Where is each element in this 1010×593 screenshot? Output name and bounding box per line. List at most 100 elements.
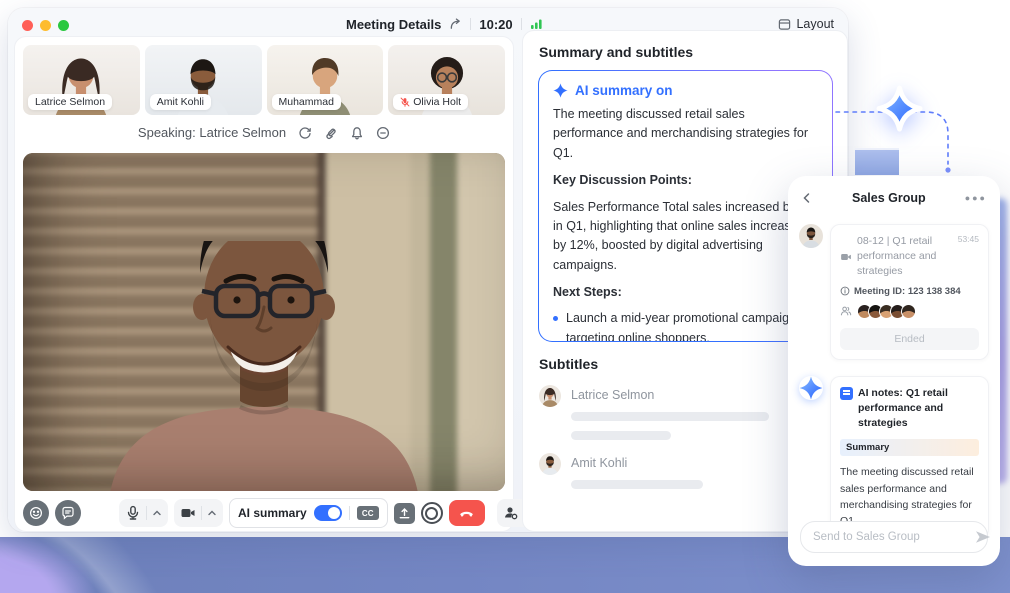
info-icon [840, 286, 850, 296]
microphone-button-group [119, 499, 168, 527]
ai-summary-status: AI summary on [575, 83, 673, 98]
end-call-button[interactable] [449, 500, 485, 526]
ai-summary-header: AI summary on [553, 83, 818, 98]
chat-bubble-icon [61, 506, 75, 520]
traffic-lights [22, 20, 69, 31]
record-button[interactable] [421, 502, 443, 524]
divider [201, 506, 202, 520]
attendee-avatars [857, 304, 916, 319]
screenshot-root: Meeting Details 10:20 [0, 0, 1010, 593]
participant-name-pill: Olivia Holt [393, 94, 468, 110]
key-points-body: Sales Performance Total sales increased … [553, 198, 818, 276]
attendees-row [840, 304, 979, 319]
mic-muted-icon [400, 97, 410, 107]
summary-intro: The meeting discussed retail sales perfo… [553, 105, 818, 163]
refresh-icon[interactable] [298, 126, 312, 140]
ai-summary-label: AI summary [238, 506, 307, 520]
next-step-item: Launch a mid-year promotional campaign t… [553, 309, 818, 342]
document-icon [840, 387, 853, 400]
chat-title: Sales Group [813, 191, 965, 205]
microphone-icon[interactable] [125, 505, 141, 521]
share-meeting-icon[interactable] [449, 18, 462, 31]
window-title: Meeting Details [346, 17, 441, 32]
meeting-card: 08-12 | Q1 retail performance and strate… [830, 224, 989, 360]
ai-sparkle-avatar [799, 376, 823, 400]
share-screen-icon [398, 507, 411, 520]
participants-icon[interactable] [503, 505, 519, 521]
meeting-card-title: 08-12 | Q1 retail performance and strate… [857, 234, 951, 280]
meeting-window: Meeting Details 10:20 [8, 8, 848, 532]
ai-summary-toggle[interactable] [314, 505, 342, 521]
chat-more-icon[interactable]: ●●● [965, 193, 987, 203]
chat-button[interactable] [55, 500, 81, 526]
camera-button-group [174, 499, 223, 527]
closed-captions-button[interactable]: CC [357, 506, 379, 520]
fullscreen-window-button[interactable] [58, 20, 69, 31]
participant-tile-latrice[interactable]: Latrice Selmon [23, 45, 140, 115]
meeting-message: 08-12 | Q1 retail performance and strate… [788, 224, 1000, 360]
hang-up-icon [458, 505, 475, 522]
meeting-info: Meeting Details 10:20 [346, 12, 543, 36]
next-step-text: Launch a mid-year promotional campaign t… [566, 309, 818, 342]
bell-icon[interactable] [350, 126, 364, 140]
ai-notes-title: AI notes: Q1 retail performance and stra… [858, 386, 979, 432]
meeting-stage-card: Latrice Selmon Amit Kohli Muhammad [14, 36, 514, 532]
chat-panel: Sales Group ●●● 08-12 | Q1 retail perfor… [788, 176, 1000, 566]
layout-icon [778, 18, 791, 31]
link-icon[interactable] [324, 126, 338, 140]
participant-tile-muhammad[interactable]: Muhammad [267, 45, 384, 115]
subtitle-skeleton-bar [571, 431, 671, 440]
divider [146, 506, 147, 520]
chat-input-container [800, 521, 988, 553]
divider [521, 18, 522, 30]
next-steps-title: Next Steps: [553, 283, 818, 302]
reactions-button[interactable] [23, 500, 49, 526]
ai-summary-control: AI summary CC [229, 498, 388, 528]
bullet-dot [553, 316, 558, 321]
sparkle-icon [799, 376, 823, 400]
participant-name-pill: Amit Kohli [150, 94, 211, 110]
close-window-button[interactable] [22, 20, 33, 31]
video-camera-icon [840, 235, 852, 280]
signal-strength-icon [530, 18, 543, 30]
share-screen-button[interactable] [394, 503, 415, 524]
chat-header: Sales Group ●●● [788, 176, 1000, 220]
people-icon [840, 305, 852, 317]
mic-options-chevron[interactable] [152, 508, 162, 518]
ended-button[interactable]: Ended [840, 328, 979, 350]
chat-message-input[interactable] [811, 530, 969, 544]
decor-blue-rect [855, 148, 899, 175]
avatar [539, 385, 561, 407]
divider [349, 506, 350, 520]
ai-notes-card: AI notes: Q1 retail performance and stra… [830, 376, 989, 540]
active-speaker-video[interactable] [23, 153, 505, 491]
camera-options-chevron[interactable] [207, 508, 217, 518]
avatar [901, 304, 916, 319]
back-chevron-icon[interactable] [801, 192, 813, 204]
send-icon[interactable] [975, 530, 991, 544]
meeting-duration: 53:45 [958, 234, 979, 280]
camera-icon[interactable] [180, 505, 196, 521]
dash-circle-icon[interactable] [376, 126, 390, 140]
divider [470, 18, 471, 30]
participant-name-pill: Muhammad [272, 94, 341, 110]
participant-strip: Latrice Selmon Amit Kohli Muhammad [23, 45, 505, 115]
minimize-window-button[interactable] [40, 20, 51, 31]
participant-tile-amit[interactable]: Amit Kohli [145, 45, 262, 115]
participant-tile-olivia[interactable]: Olivia Holt [388, 45, 505, 115]
subtitle-skeleton-bar [571, 480, 703, 489]
participant-name-pill: Latrice Selmon [28, 94, 112, 110]
key-points-title: Key Discussion Points: [553, 171, 818, 190]
sparkle-icon [553, 83, 568, 98]
layout-label: Layout [796, 17, 834, 31]
avatar [539, 453, 561, 475]
ai-notes-body: The meeting discussed retail sales perfo… [840, 464, 979, 529]
meeting-toolbar: AI summary CC [23, 499, 505, 527]
smiley-icon [29, 506, 43, 520]
avatar[interactable] [799, 224, 823, 248]
meeting-id: Meeting ID: 123 138 384 [854, 286, 961, 297]
speaking-label: Speaking: Latrice Selmon [138, 125, 286, 140]
summary-tag: Summary [840, 439, 979, 456]
sparkle-decoration [879, 88, 920, 129]
subtitle-skeleton-bar [571, 412, 769, 421]
